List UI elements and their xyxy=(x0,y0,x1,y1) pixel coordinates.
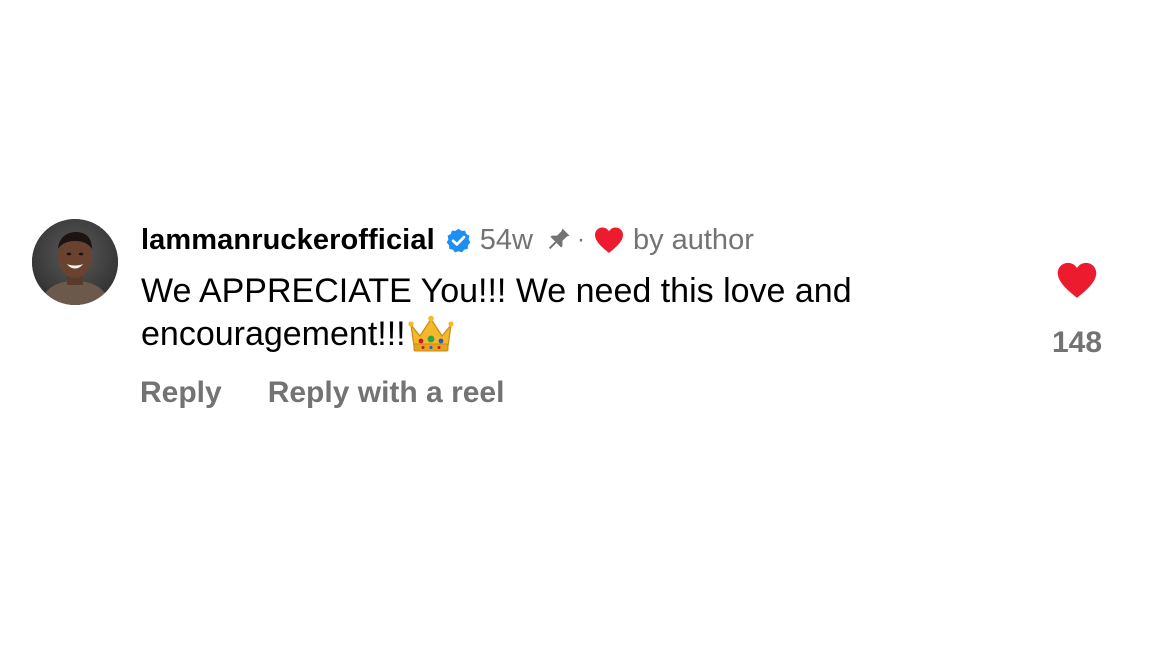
comment-body: We APPRECIATE You!!! We need this love a… xyxy=(141,270,1001,356)
comment-item: lammanruckerofficial 54w · by author We … xyxy=(0,0,1152,648)
like-column: 148 xyxy=(1040,258,1114,360)
comment-text: We APPRECIATE You!!! We need this love a… xyxy=(141,272,852,353)
reply-with-reel-button[interactable]: Reply with a reel xyxy=(268,376,505,410)
heart-icon[interactable] xyxy=(1055,260,1099,300)
reply-button[interactable]: Reply xyxy=(140,376,222,410)
like-count[interactable]: 148 xyxy=(1040,326,1114,360)
username-link[interactable]: lammanruckerofficial xyxy=(141,224,435,257)
like-button[interactable] xyxy=(1040,260,1114,300)
avatar[interactable] xyxy=(32,219,118,305)
verified-badge-icon xyxy=(445,227,472,254)
crown-emoji xyxy=(408,315,454,353)
comment-timestamp: 54w xyxy=(479,223,533,256)
comment-header: lammanruckerofficial 54w · by author xyxy=(141,220,754,260)
comment-actions: Reply Reply with a reel xyxy=(140,376,504,410)
separator-dot: · xyxy=(576,226,585,253)
pin-icon xyxy=(543,225,573,255)
liked-by-author-label: by author xyxy=(632,223,754,256)
author-liked-heart-icon xyxy=(593,226,625,254)
